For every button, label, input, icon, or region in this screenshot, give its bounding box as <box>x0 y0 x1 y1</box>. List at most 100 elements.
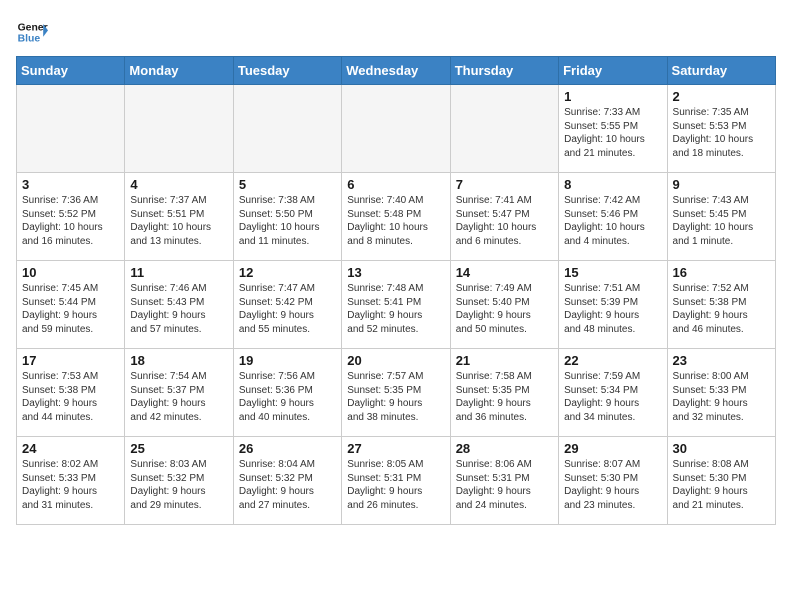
day-cell: 30Sunrise: 8:08 AMSunset: 5:30 PMDayligh… <box>667 437 775 525</box>
week-row-4: 17 Sunrise: 7:53 AMSunset: 5:38 PMDayligh… <box>17 349 776 437</box>
day-number: 12 <box>239 265 336 280</box>
day-info: Sunrise: 7:36 AMSunset: 5:52 PMDaylight:… <box>22 194 119 248</box>
day-number: 2 <box>673 89 770 104</box>
header-day-friday: Friday <box>559 57 667 85</box>
svg-text:Blue: Blue <box>18 34 41 45</box>
day-number: 21 <box>456 353 553 368</box>
day-number: 22 <box>564 353 661 368</box>
header-day-wednesday: Wednesday <box>342 57 450 85</box>
header-day-saturday: Saturday <box>667 57 775 85</box>
week-row-1: 1 Sunrise: 7:33 AMSunset: 5:55 PMDaylight… <box>17 85 776 173</box>
day-cell: 17 Sunrise: 7:53 AMSunset: 5:38 PMDayligh… <box>17 349 125 437</box>
day-cell: 28 Sunrise: 8:06 AMSunset: 5:31 PMDayligh… <box>450 437 558 525</box>
day-info: Sunrise: 7:52 AMSunset: 5:38 PMDaylight:… <box>673 282 770 336</box>
day-cell: 9Sunrise: 7:43 AMSunset: 5:45 PMDaylight… <box>667 173 775 261</box>
calendar-header: SundayMondayTuesdayWednesdayThursdayFrid… <box>17 57 776 85</box>
header-day-thursday: Thursday <box>450 57 558 85</box>
calendar-table: SundayMondayTuesdayWednesdayThursdayFrid… <box>16 56 776 525</box>
header-day-sunday: Sunday <box>17 57 125 85</box>
day-number: 28 <box>456 441 553 456</box>
calendar-body: 1 Sunrise: 7:33 AMSunset: 5:55 PMDaylight… <box>17 85 776 525</box>
day-number: 30 <box>673 441 770 456</box>
day-number: 20 <box>347 353 444 368</box>
day-cell: 10 Sunrise: 7:45 AMSunset: 5:44 PMDayligh… <box>17 261 125 349</box>
day-info: Sunrise: 7:53 AMSunset: 5:38 PMDaylight:… <box>22 370 119 424</box>
day-cell: 6 Sunrise: 7:40 AMSunset: 5:48 PMDaylight… <box>342 173 450 261</box>
week-row-3: 10 Sunrise: 7:45 AMSunset: 5:44 PMDayligh… <box>17 261 776 349</box>
day-cell: 22 Sunrise: 7:59 AMSunset: 5:34 PMDayligh… <box>559 349 667 437</box>
day-info: Sunrise: 8:03 AMSunset: 5:32 PMDaylight:… <box>130 458 227 512</box>
day-cell: 1 Sunrise: 7:33 AMSunset: 5:55 PMDaylight… <box>559 85 667 173</box>
day-cell: 3Sunrise: 7:36 AMSunset: 5:52 PMDaylight… <box>17 173 125 261</box>
day-number: 17 <box>22 353 119 368</box>
day-info: Sunrise: 7:57 AMSunset: 5:35 PMDaylight:… <box>347 370 444 424</box>
day-info: Sunrise: 7:49 AMSunset: 5:40 PMDaylight:… <box>456 282 553 336</box>
day-number: 25 <box>130 441 227 456</box>
day-info: Sunrise: 7:43 AMSunset: 5:45 PMDaylight:… <box>673 194 770 248</box>
day-cell <box>233 85 341 173</box>
day-number: 1 <box>564 89 661 104</box>
day-cell: 15Sunrise: 7:51 AMSunset: 5:39 PMDayligh… <box>559 261 667 349</box>
day-cell: 29 Sunrise: 8:07 AMSunset: 5:30 PMDayligh… <box>559 437 667 525</box>
day-info: Sunrise: 8:04 AMSunset: 5:32 PMDaylight:… <box>239 458 336 512</box>
day-cell: 5 Sunrise: 7:38 AMSunset: 5:50 PMDaylight… <box>233 173 341 261</box>
day-info: Sunrise: 7:38 AMSunset: 5:50 PMDaylight:… <box>239 194 336 248</box>
page-header: General Blue <box>16 16 776 48</box>
day-number: 4 <box>130 177 227 192</box>
day-info: Sunrise: 8:07 AMSunset: 5:30 PMDaylight:… <box>564 458 661 512</box>
day-number: 26 <box>239 441 336 456</box>
day-cell: 4 Sunrise: 7:37 AMSunset: 5:51 PMDaylight… <box>125 173 233 261</box>
week-row-2: 3Sunrise: 7:36 AMSunset: 5:52 PMDaylight… <box>17 173 776 261</box>
day-cell: 20 Sunrise: 7:57 AMSunset: 5:35 PMDayligh… <box>342 349 450 437</box>
day-cell: 24 Sunrise: 8:02 AMSunset: 5:33 PMDayligh… <box>17 437 125 525</box>
day-cell: 25 Sunrise: 8:03 AMSunset: 5:32 PMDayligh… <box>125 437 233 525</box>
day-cell <box>450 85 558 173</box>
day-cell: 7Sunrise: 7:41 AMSunset: 5:47 PMDaylight… <box>450 173 558 261</box>
day-number: 6 <box>347 177 444 192</box>
week-row-5: 24 Sunrise: 8:02 AMSunset: 5:33 PMDayligh… <box>17 437 776 525</box>
day-info: Sunrise: 7:54 AMSunset: 5:37 PMDaylight:… <box>130 370 227 424</box>
day-info: Sunrise: 7:35 AMSunset: 5:53 PMDaylight:… <box>673 106 770 160</box>
day-info: Sunrise: 8:02 AMSunset: 5:33 PMDaylight:… <box>22 458 119 512</box>
day-info: Sunrise: 7:45 AMSunset: 5:44 PMDaylight:… <box>22 282 119 336</box>
day-number: 14 <box>456 265 553 280</box>
day-info: Sunrise: 7:40 AMSunset: 5:48 PMDaylight:… <box>347 194 444 248</box>
day-number: 23 <box>673 353 770 368</box>
day-number: 15 <box>564 265 661 280</box>
header-day-tuesday: Tuesday <box>233 57 341 85</box>
day-cell <box>342 85 450 173</box>
day-number: 13 <box>347 265 444 280</box>
day-info: Sunrise: 7:48 AMSunset: 5:41 PMDaylight:… <box>347 282 444 336</box>
day-info: Sunrise: 7:46 AMSunset: 5:43 PMDaylight:… <box>130 282 227 336</box>
day-info: Sunrise: 7:33 AMSunset: 5:55 PMDaylight:… <box>564 106 661 160</box>
day-cell: 27 Sunrise: 8:05 AMSunset: 5:31 PMDayligh… <box>342 437 450 525</box>
day-number: 27 <box>347 441 444 456</box>
day-info: Sunrise: 8:05 AMSunset: 5:31 PMDaylight:… <box>347 458 444 512</box>
day-cell: 19 Sunrise: 7:56 AMSunset: 5:36 PMDayligh… <box>233 349 341 437</box>
logo: General Blue <box>16 16 52 48</box>
day-info: Sunrise: 7:59 AMSunset: 5:34 PMDaylight:… <box>564 370 661 424</box>
day-cell: 12Sunrise: 7:47 AMSunset: 5:42 PMDayligh… <box>233 261 341 349</box>
day-number: 11 <box>130 265 227 280</box>
day-cell: 8Sunrise: 7:42 AMSunset: 5:46 PMDaylight… <box>559 173 667 261</box>
day-cell: 18Sunrise: 7:54 AMSunset: 5:37 PMDayligh… <box>125 349 233 437</box>
header-day-monday: Monday <box>125 57 233 85</box>
day-number: 5 <box>239 177 336 192</box>
logo-icon: General Blue <box>16 16 48 48</box>
day-info: Sunrise: 7:37 AMSunset: 5:51 PMDaylight:… <box>130 194 227 248</box>
day-number: 10 <box>22 265 119 280</box>
day-cell: 13 Sunrise: 7:48 AMSunset: 5:41 PMDayligh… <box>342 261 450 349</box>
day-cell: 11 Sunrise: 7:46 AMSunset: 5:43 PMDayligh… <box>125 261 233 349</box>
day-info: Sunrise: 8:06 AMSunset: 5:31 PMDaylight:… <box>456 458 553 512</box>
day-info: Sunrise: 7:42 AMSunset: 5:46 PMDaylight:… <box>564 194 661 248</box>
day-cell: 14 Sunrise: 7:49 AMSunset: 5:40 PMDayligh… <box>450 261 558 349</box>
day-cell: 21 Sunrise: 7:58 AMSunset: 5:35 PMDayligh… <box>450 349 558 437</box>
day-number: 29 <box>564 441 661 456</box>
day-info: Sunrise: 7:58 AMSunset: 5:35 PMDaylight:… <box>456 370 553 424</box>
day-info: Sunrise: 7:41 AMSunset: 5:47 PMDaylight:… <box>456 194 553 248</box>
day-info: Sunrise: 7:56 AMSunset: 5:36 PMDaylight:… <box>239 370 336 424</box>
day-cell: 23Sunrise: 8:00 AMSunset: 5:33 PMDayligh… <box>667 349 775 437</box>
day-cell: 26 Sunrise: 8:04 AMSunset: 5:32 PMDayligh… <box>233 437 341 525</box>
day-number: 19 <box>239 353 336 368</box>
day-number: 24 <box>22 441 119 456</box>
